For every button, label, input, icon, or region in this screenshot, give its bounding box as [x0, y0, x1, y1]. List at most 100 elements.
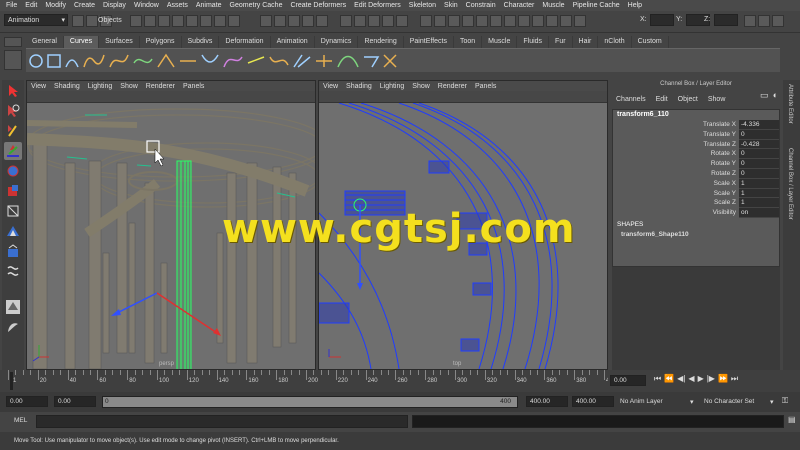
- shelf-tab-custom[interactable]: Custom: [632, 36, 669, 48]
- step-back-key-icon[interactable]: ⏪: [664, 374, 674, 384]
- select-curves-icon[interactable]: [158, 15, 170, 27]
- ipr-render-icon[interactable]: [382, 15, 394, 27]
- toggle-attribute-editor-icon[interactable]: [744, 15, 756, 27]
- attribute-name[interactable]: Scale Z: [613, 198, 739, 208]
- show-menu[interactable]: Show: [708, 96, 726, 103]
- end-time-field[interactable]: 400.00: [572, 396, 614, 407]
- play-backward-icon[interactable]: ◀: [688, 374, 694, 384]
- attribute-row[interactable]: Scale Y1: [613, 188, 779, 199]
- lasso-tool-icon[interactable]: [4, 102, 22, 120]
- menu-modify[interactable]: Modify: [41, 2, 70, 9]
- last-used-tool-icon[interactable]: [4, 298, 22, 316]
- top-menu-show[interactable]: Show: [412, 83, 430, 90]
- attribute-value[interactable]: on: [739, 208, 779, 218]
- step-forward-key-icon[interactable]: ⏩: [718, 374, 728, 384]
- rotate-tool-icon[interactable]: [4, 162, 22, 180]
- range-slider[interactable]: 0 400: [102, 396, 518, 408]
- select-tool-icon[interactable]: [4, 82, 22, 100]
- toggle-tool-settings-icon[interactable]: [758, 15, 770, 27]
- menu-edit-deformers[interactable]: Edit Deformers: [350, 2, 405, 9]
- hypershade-icon[interactable]: [462, 15, 474, 27]
- selected-pillar[interactable]: [176, 160, 192, 369]
- current-frame-marker[interactable]: [10, 372, 13, 390]
- render-settings-icon[interactable]: [396, 15, 408, 27]
- shelf-tab-rendering[interactable]: Rendering: [358, 36, 404, 48]
- top-menu-view[interactable]: View: [323, 83, 338, 90]
- chevron-down-icon[interactable]: ▾: [770, 398, 774, 406]
- x-input[interactable]: [650, 14, 674, 26]
- shelf-tab-fluids[interactable]: Fluids: [517, 36, 550, 48]
- object-menu[interactable]: Object: [678, 96, 698, 103]
- menu-geometry-cache[interactable]: Geometry Cache: [226, 2, 287, 9]
- top-menu-renderer[interactable]: Renderer: [438, 83, 467, 90]
- menu-character[interactable]: Character: [500, 2, 539, 9]
- menu-create[interactable]: Create: [70, 2, 99, 9]
- shelf-tab-subdivs[interactable]: Subdivs: [182, 36, 220, 48]
- attribute-value[interactable]: 0: [739, 149, 779, 160]
- menu-skin[interactable]: Skin: [440, 2, 462, 9]
- script-editor-icon[interactable]: [476, 15, 488, 27]
- go-to-end-icon[interactable]: ⏭: [731, 374, 738, 384]
- attribute-name[interactable]: Rotate Y: [613, 159, 739, 169]
- play-forward-icon[interactable]: ▶: [698, 374, 704, 384]
- render-current-frame-icon[interactable]: [368, 15, 380, 27]
- outliner-icon[interactable]: [434, 15, 446, 27]
- attribute-value[interactable]: 1: [739, 188, 779, 199]
- select-joints-icon[interactable]: [144, 15, 156, 27]
- menu-constrain[interactable]: Constrain: [462, 2, 500, 9]
- select-misc-icon[interactable]: [228, 15, 240, 27]
- extend-curve-icon[interactable]: [337, 55, 359, 68]
- step-forward-frame-icon[interactable]: |▶: [707, 374, 715, 384]
- anim-layer-selector[interactable]: No Anim Layer: [620, 398, 663, 405]
- insert-knot-icon[interactable]: [316, 55, 332, 67]
- attribute-row[interactable]: Translate Z -0.428: [613, 139, 779, 150]
- attribute-value[interactable]: -0.428: [739, 139, 779, 150]
- attribute-editor-icon[interactable]: [504, 15, 516, 27]
- intersect-curves-icon[interactable]: [269, 56, 289, 66]
- attribute-name[interactable]: Translate X: [613, 120, 739, 130]
- attribute-name[interactable]: Scale X: [613, 179, 739, 189]
- snap-point-icon[interactable]: [288, 15, 300, 27]
- attribute-name[interactable]: Translate Y: [613, 130, 739, 140]
- current-frame-field[interactable]: 0.00: [610, 375, 646, 386]
- shelf-tab-painteffects[interactable]: PaintEffects: [404, 36, 454, 48]
- soft-modification-tool-icon[interactable]: [4, 222, 22, 240]
- attribute-row[interactable]: Rotate X0: [613, 149, 779, 160]
- nurbs-square-icon[interactable]: [47, 54, 61, 68]
- shelf-tab-surfaces[interactable]: Surfaces: [99, 36, 140, 48]
- attribute-value[interactable]: 1: [739, 178, 779, 189]
- uv-editor-icon[interactable]: [490, 15, 502, 27]
- scale-tool-icon[interactable]: [4, 182, 22, 200]
- render-view-icon[interactable]: [354, 15, 366, 27]
- attribute-name[interactable]: Visibility: [613, 208, 739, 218]
- shelf-tab-animation[interactable]: Animation: [271, 36, 315, 48]
- layout-icon[interactable]: ▭: [760, 90, 769, 101]
- persp-menu-lighting[interactable]: Lighting: [88, 83, 113, 90]
- menu-file[interactable]: File: [2, 2, 21, 9]
- toggle-channel-box-icon[interactable]: [772, 15, 784, 27]
- select-surfaces-icon[interactable]: [172, 15, 184, 27]
- shelf-options-icon[interactable]: [4, 50, 22, 70]
- open-scene-icon[interactable]: [86, 15, 98, 27]
- command-input[interactable]: [36, 415, 408, 428]
- script-editor-icon[interactable]: ▤: [788, 415, 796, 424]
- attribute-name[interactable]: Rotate Z: [613, 169, 739, 179]
- attribute-row[interactable]: Scale Z1: [613, 198, 779, 209]
- shelf-tab-general[interactable]: General: [26, 36, 64, 48]
- attribute-value[interactable]: 1: [739, 198, 779, 209]
- menu-window[interactable]: Window: [130, 2, 163, 9]
- edit-menu[interactable]: Edit: [656, 96, 668, 103]
- select-rendering-icon[interactable]: [214, 15, 226, 27]
- attribute-row[interactable]: Visibility on: [613, 208, 779, 218]
- history-icon[interactable]: [340, 15, 352, 27]
- attribute-editor-tab[interactable]: Attribute Editor: [787, 84, 793, 124]
- z-input[interactable]: [714, 14, 738, 26]
- persp-menu-shading[interactable]: Shading: [54, 83, 80, 90]
- attribute-row[interactable]: Translate Y0: [613, 129, 779, 140]
- attribute-row[interactable]: Scale X1: [613, 178, 779, 189]
- attribute-value[interactable]: 0: [739, 159, 779, 169]
- align-curves-icon[interactable]: [201, 54, 219, 63]
- shelf-tab-hair[interactable]: Hair: [573, 36, 599, 48]
- menu-skeleton[interactable]: Skeleton: [405, 2, 440, 9]
- attribute-name[interactable]: Rotate X: [613, 149, 739, 159]
